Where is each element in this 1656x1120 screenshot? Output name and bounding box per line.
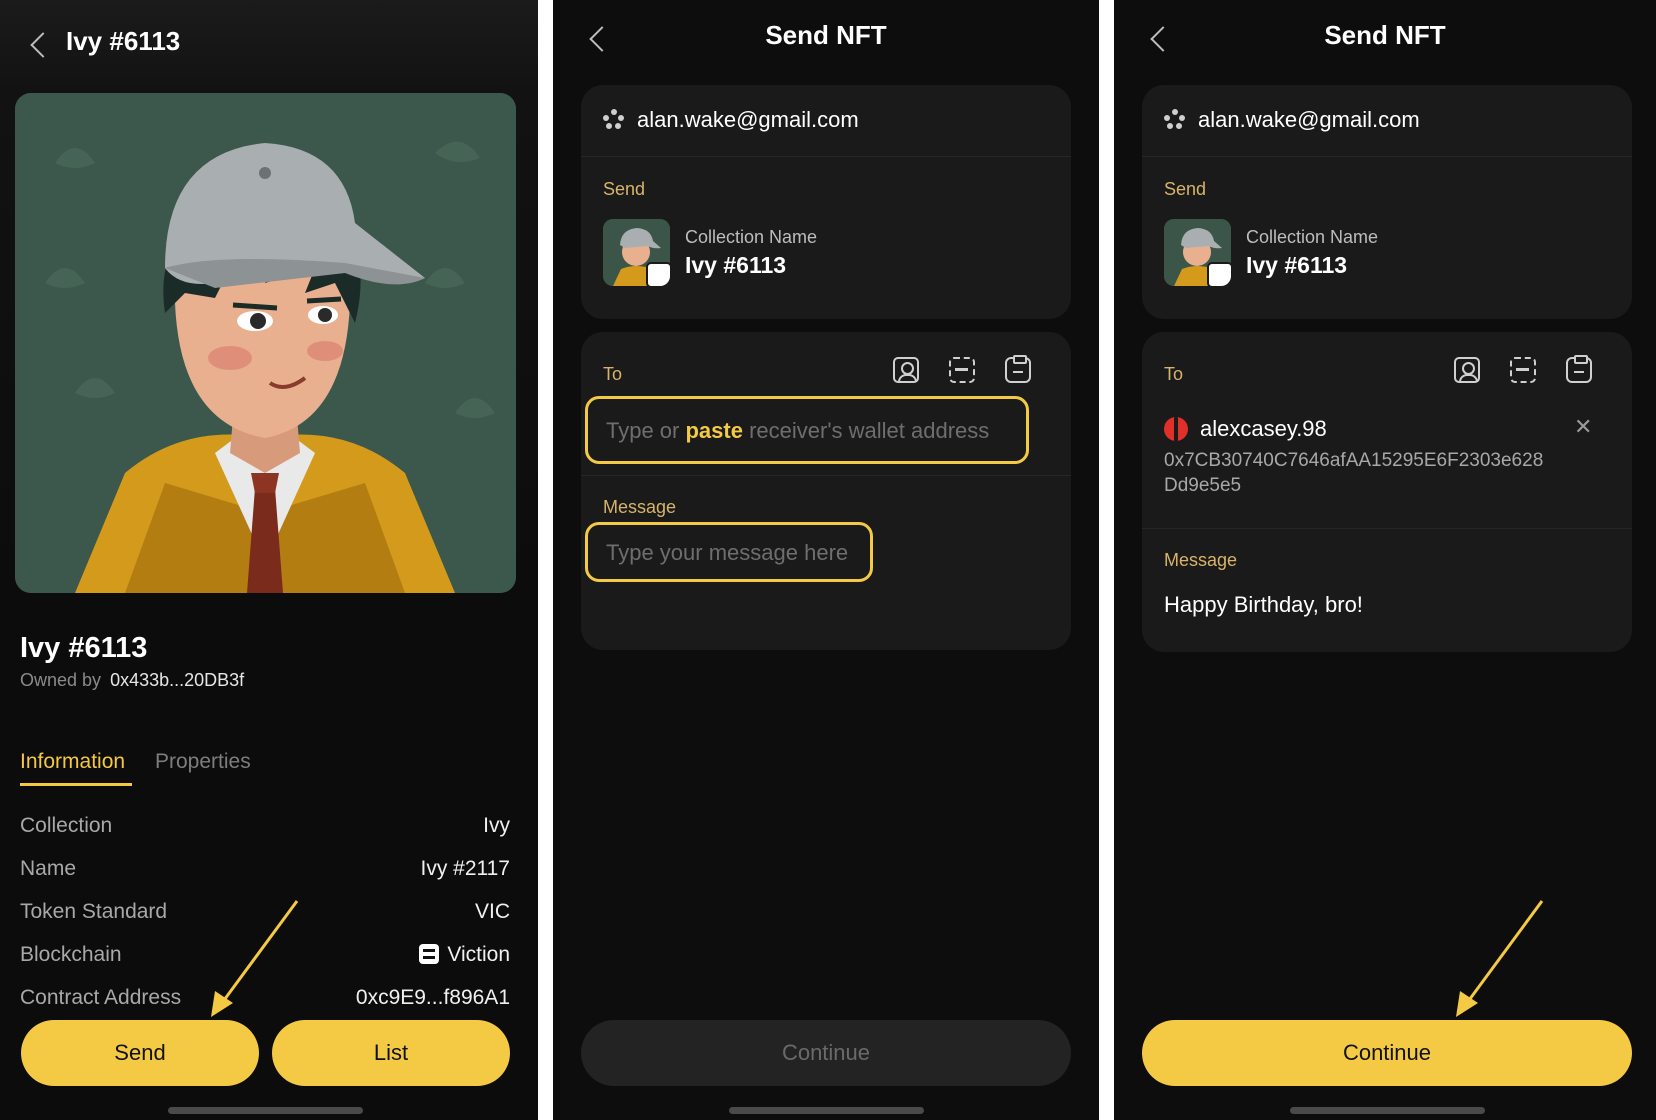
home-indicator	[729, 1107, 924, 1114]
account-row[interactable]: alan.wake@gmail.com	[1164, 107, 1420, 133]
divider	[581, 475, 1071, 476]
to-label: To	[603, 364, 623, 384]
info-value-blockchain: Viction	[419, 943, 510, 967]
info-value-name: Ivy #2117	[420, 857, 510, 880]
info-label-contract-address: Contract Address	[20, 986, 182, 1009]
info-value-collection: Ivy	[483, 814, 510, 837]
owned-by-label: Owned by	[20, 670, 102, 690]
placeholder-text: Type or	[606, 418, 686, 443]
clipboard-icon[interactable]	[1566, 355, 1592, 383]
collection-name: Ivy #6113	[1246, 252, 1348, 278]
tab-properties[interactable]: Properties	[155, 750, 251, 774]
recipient-address-line: Dd9e5e5	[1164, 475, 1242, 496]
blockchain-name: Viction	[447, 943, 510, 966]
info-value-contract-address[interactable]: 0xc9E9...f896A1	[356, 986, 510, 1010]
placeholder-text-end: receiver's wallet address	[742, 418, 990, 443]
header-title: Ivy #6113	[66, 26, 181, 56]
chain-badge-icon	[1207, 262, 1231, 286]
divider	[581, 156, 1071, 157]
recipient-address: 0x7CB30740C7646afAA15295E6F2303e628 Dd9e…	[1164, 448, 1543, 498]
owned-by: Owned by 0x433b...20DB3f	[20, 670, 244, 691]
continue-button[interactable]: Continue	[581, 1020, 1071, 1086]
message-input[interactable]: Type your message here	[585, 522, 873, 582]
continue-button[interactable]: Continue	[1142, 1020, 1632, 1086]
recipient-name: alexcasey.98	[1200, 416, 1327, 441]
chain-badge-icon	[646, 262, 670, 286]
scan-icon[interactable]	[949, 357, 975, 383]
owner-address[interactable]: 0x433b...20DB3f	[110, 670, 244, 690]
nft-detail-screen: Ivy #6113 Ivy #6113 Owned by 0x433b...20…	[0, 0, 538, 1120]
collection-label: Collection Name	[685, 227, 818, 247]
viction-chain-icon	[419, 944, 440, 964]
nft-portrait-illustration	[15, 93, 516, 593]
contact-book-icon[interactable]	[893, 357, 919, 383]
divider	[1142, 528, 1632, 529]
message-label: Message	[1164, 550, 1238, 570]
info-label-collection: Collection	[20, 814, 113, 837]
pointer-arrow-icon	[211, 900, 299, 1017]
info-label-token-standard: Token Standard	[20, 900, 168, 923]
header-title: Send NFT	[1324, 20, 1446, 50]
account-icon	[1164, 109, 1186, 131]
account-icon	[603, 109, 625, 131]
message-placeholder: Type your message here	[606, 540, 849, 565]
close-icon[interactable]: ✕	[1574, 414, 1592, 440]
account-email: alan.wake@gmail.com	[1198, 107, 1420, 132]
address-input[interactable]: Type or paste receiver's wallet address	[585, 396, 1029, 464]
info-label-name: Name	[20, 857, 77, 880]
send-nft-filled-screen: Send NFT alan.wake@gmail.com Send Collec…	[1114, 0, 1656, 1120]
divider	[1142, 156, 1632, 157]
recipient-card: To alexcasey.98 ✕ 0x7CB30740C7646afAA152…	[1142, 332, 1632, 652]
account-email: alan.wake@gmail.com	[637, 107, 859, 132]
recipient-row[interactable]: alexcasey.98	[1164, 416, 1327, 442]
to-label: To	[1164, 364, 1184, 384]
active-tab-indicator	[20, 783, 132, 786]
sender-card: alan.wake@gmail.com Send Collection Name…	[1142, 85, 1632, 319]
account-row[interactable]: alan.wake@gmail.com	[603, 107, 859, 133]
pointer-arrow-icon	[1456, 900, 1544, 1017]
nft-thumbnail	[603, 219, 670, 286]
recipient-address-line: 0x7CB30740C7646afAA15295E6F2303e628	[1164, 450, 1544, 471]
home-indicator	[168, 1107, 363, 1114]
message-label: Message	[603, 497, 677, 517]
recipient-card: To Type or paste receiver's wallet addre…	[581, 332, 1071, 650]
scan-icon[interactable]	[1510, 357, 1536, 383]
send-nft-empty-screen: Send NFT alan.wake@gmail.com Send Collec…	[553, 0, 1099, 1120]
message-input[interactable]: Happy Birthday, bro!	[1164, 592, 1363, 618]
header-title: Send NFT	[765, 20, 887, 50]
home-indicator	[1290, 1107, 1485, 1114]
contact-book-icon[interactable]	[1454, 357, 1480, 383]
recipient-avatar-icon	[1164, 417, 1188, 441]
send-label: Send	[1164, 179, 1207, 199]
address-placeholder: Type or paste receiver's wallet address	[606, 418, 989, 444]
info-label-blockchain: Blockchain	[20, 943, 122, 966]
list-button[interactable]: List	[272, 1020, 510, 1086]
tab-information[interactable]: Information	[20, 750, 125, 774]
nft-image	[15, 93, 516, 593]
collection-name: Ivy #6113	[685, 252, 787, 278]
nft-name: Ivy #6113	[20, 632, 148, 664]
nft-thumbnail	[1164, 219, 1231, 286]
sender-card: alan.wake@gmail.com Send Collection Name…	[581, 85, 1071, 319]
send-label: Send	[603, 179, 646, 199]
back-chevron-icon[interactable]	[30, 32, 56, 58]
collection-label: Collection Name	[1246, 227, 1379, 247]
placeholder-paste: paste	[685, 418, 743, 443]
info-value-token-standard: VIC	[474, 900, 510, 923]
clipboard-icon[interactable]	[1005, 355, 1031, 383]
send-button[interactable]: Send	[21, 1020, 259, 1086]
